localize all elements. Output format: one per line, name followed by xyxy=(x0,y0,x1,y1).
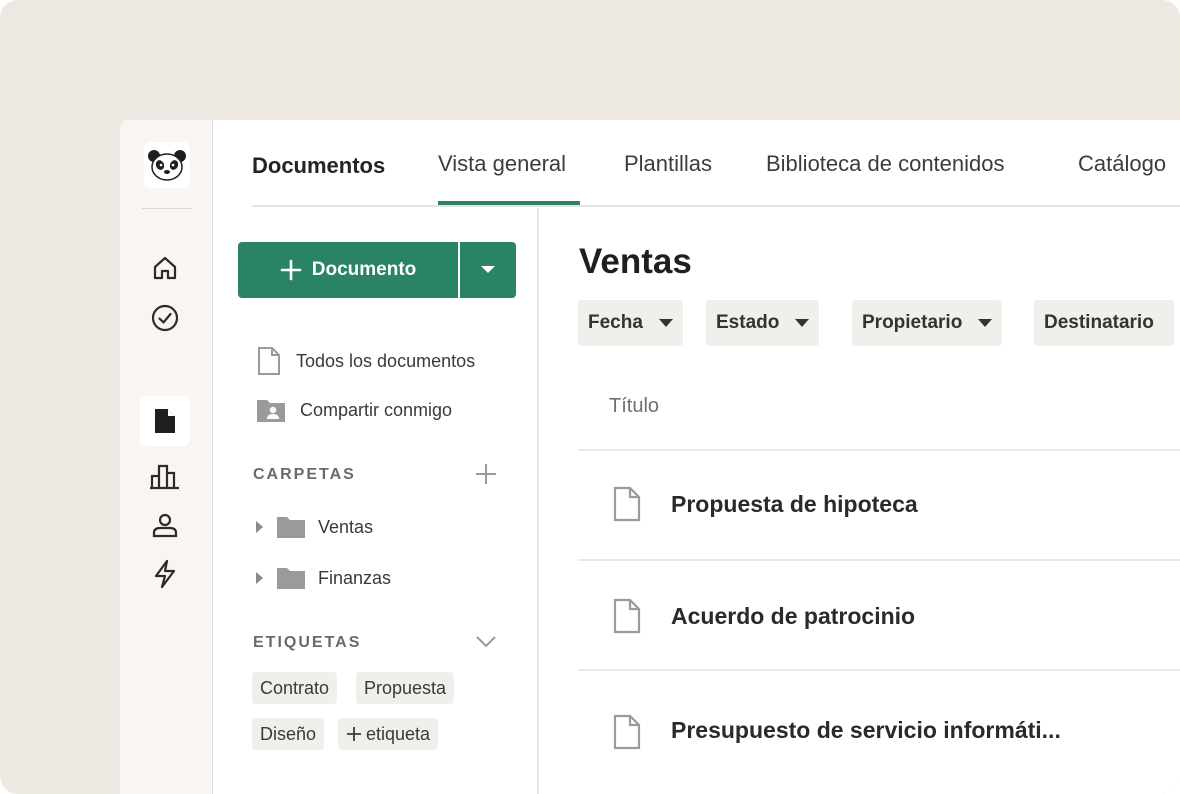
new-document-label: Documento xyxy=(311,259,417,280)
row-title: Acuerdo de patrocinio xyxy=(671,603,916,629)
folders-heading: CARPETAS xyxy=(253,466,356,483)
filter-destinatario[interactable]: Destinatario xyxy=(1034,300,1174,346)
main-content: Ventas Fecha Estado Propietario Destinat… xyxy=(540,208,1180,794)
nav-shared-with-me[interactable]: Compartir conmigo xyxy=(256,395,452,425)
filter-label: Fecha xyxy=(588,312,643,333)
tag-contrato[interactable]: Contrato xyxy=(252,672,338,704)
document-outline-icon xyxy=(258,347,280,375)
shared-folder-icon xyxy=(257,400,285,422)
document-outline-icon xyxy=(613,486,641,522)
icon-rail xyxy=(120,120,213,794)
tab-plantillas[interactable]: Plantillas xyxy=(624,151,712,177)
filter-fecha[interactable]: Fecha xyxy=(578,300,683,346)
folder-label: Ventas xyxy=(318,516,374,537)
document-outline-icon xyxy=(613,714,641,750)
filter-label: Propietario xyxy=(862,312,963,333)
caret-down-icon xyxy=(481,266,495,273)
active-tab-indicator xyxy=(438,201,580,205)
caret-right-icon xyxy=(256,572,263,584)
tag-diseno[interactable]: Diseño xyxy=(252,718,325,750)
filter-estado[interactable]: Estado xyxy=(706,300,820,346)
caret-down-icon xyxy=(658,319,673,327)
caret-down-icon xyxy=(795,319,810,327)
folder-icon xyxy=(277,568,305,589)
row-title: Presupuesto de servicio informáti... xyxy=(671,717,1061,743)
table-row[interactable]: Propuesta de hipoteca xyxy=(578,449,1180,559)
new-document-dropdown[interactable] xyxy=(460,242,516,298)
check-circle-icon[interactable] xyxy=(140,293,190,343)
person-icon[interactable] xyxy=(140,500,190,550)
new-document-button[interactable]: Documento xyxy=(238,242,458,298)
tab-catalogo[interactable]: Catálogo xyxy=(1078,151,1166,177)
page-title: Ventas xyxy=(579,242,692,281)
folder-icon xyxy=(277,517,305,538)
caret-right-icon xyxy=(256,521,263,533)
home-icon[interactable] xyxy=(140,243,190,293)
table-row[interactable]: Presupuesto de servicio informáti... xyxy=(578,669,1180,794)
nav-all-documents[interactable]: Todos los documentos xyxy=(256,346,475,376)
nav-label: Todos los documentos xyxy=(296,350,476,371)
sidebar: Documento Todos los documentos Compartir… xyxy=(214,208,539,794)
chart-icon[interactable] xyxy=(140,451,190,501)
section-title: Documentos xyxy=(252,153,386,178)
document-icon[interactable] xyxy=(140,396,190,446)
tab-vista-general[interactable]: Vista general xyxy=(438,151,566,177)
tag-propuesta[interactable]: Propuesta xyxy=(356,672,455,704)
panda-logo-icon[interactable] xyxy=(144,142,190,188)
chevron-down-icon[interactable] xyxy=(472,628,500,656)
add-folder-plus-icon[interactable] xyxy=(472,460,500,488)
lightning-icon[interactable] xyxy=(140,549,190,599)
table-row[interactable]: Acuerdo de patrocinio xyxy=(578,559,1180,669)
column-header-title: Título xyxy=(609,395,660,417)
top-tabs: Documentos Vista general Plantillas Bibl… xyxy=(252,120,1180,207)
add-tag-label: etiqueta xyxy=(366,723,431,744)
filter-propietario[interactable]: Propietario xyxy=(852,300,1003,346)
document-outline-icon xyxy=(613,598,641,634)
caret-down-icon xyxy=(978,319,993,327)
background: Documentos Vista general Plantillas Bibl… xyxy=(0,0,1180,794)
app-window: Documentos Vista general Plantillas Bibl… xyxy=(120,120,1180,794)
folder-ventas[interactable]: Ventas xyxy=(254,512,373,542)
nav-label: Compartir conmigo xyxy=(300,399,453,420)
row-title: Propuesta de hipoteca xyxy=(671,491,918,517)
rail-divider xyxy=(142,208,192,209)
tags-heading: ETIQUETAS xyxy=(253,634,362,651)
filter-label: Destinatario xyxy=(1044,312,1154,333)
folder-finanzas[interactable]: Finanzas xyxy=(254,563,391,593)
tab-biblioteca[interactable]: Biblioteca de contenidos xyxy=(766,151,1005,177)
filter-label: Estado xyxy=(716,312,780,333)
folder-label: Finanzas xyxy=(318,567,392,588)
add-tag-button[interactable]: etiqueta xyxy=(338,718,439,750)
plus-icon xyxy=(280,259,302,281)
plus-icon xyxy=(347,727,361,741)
